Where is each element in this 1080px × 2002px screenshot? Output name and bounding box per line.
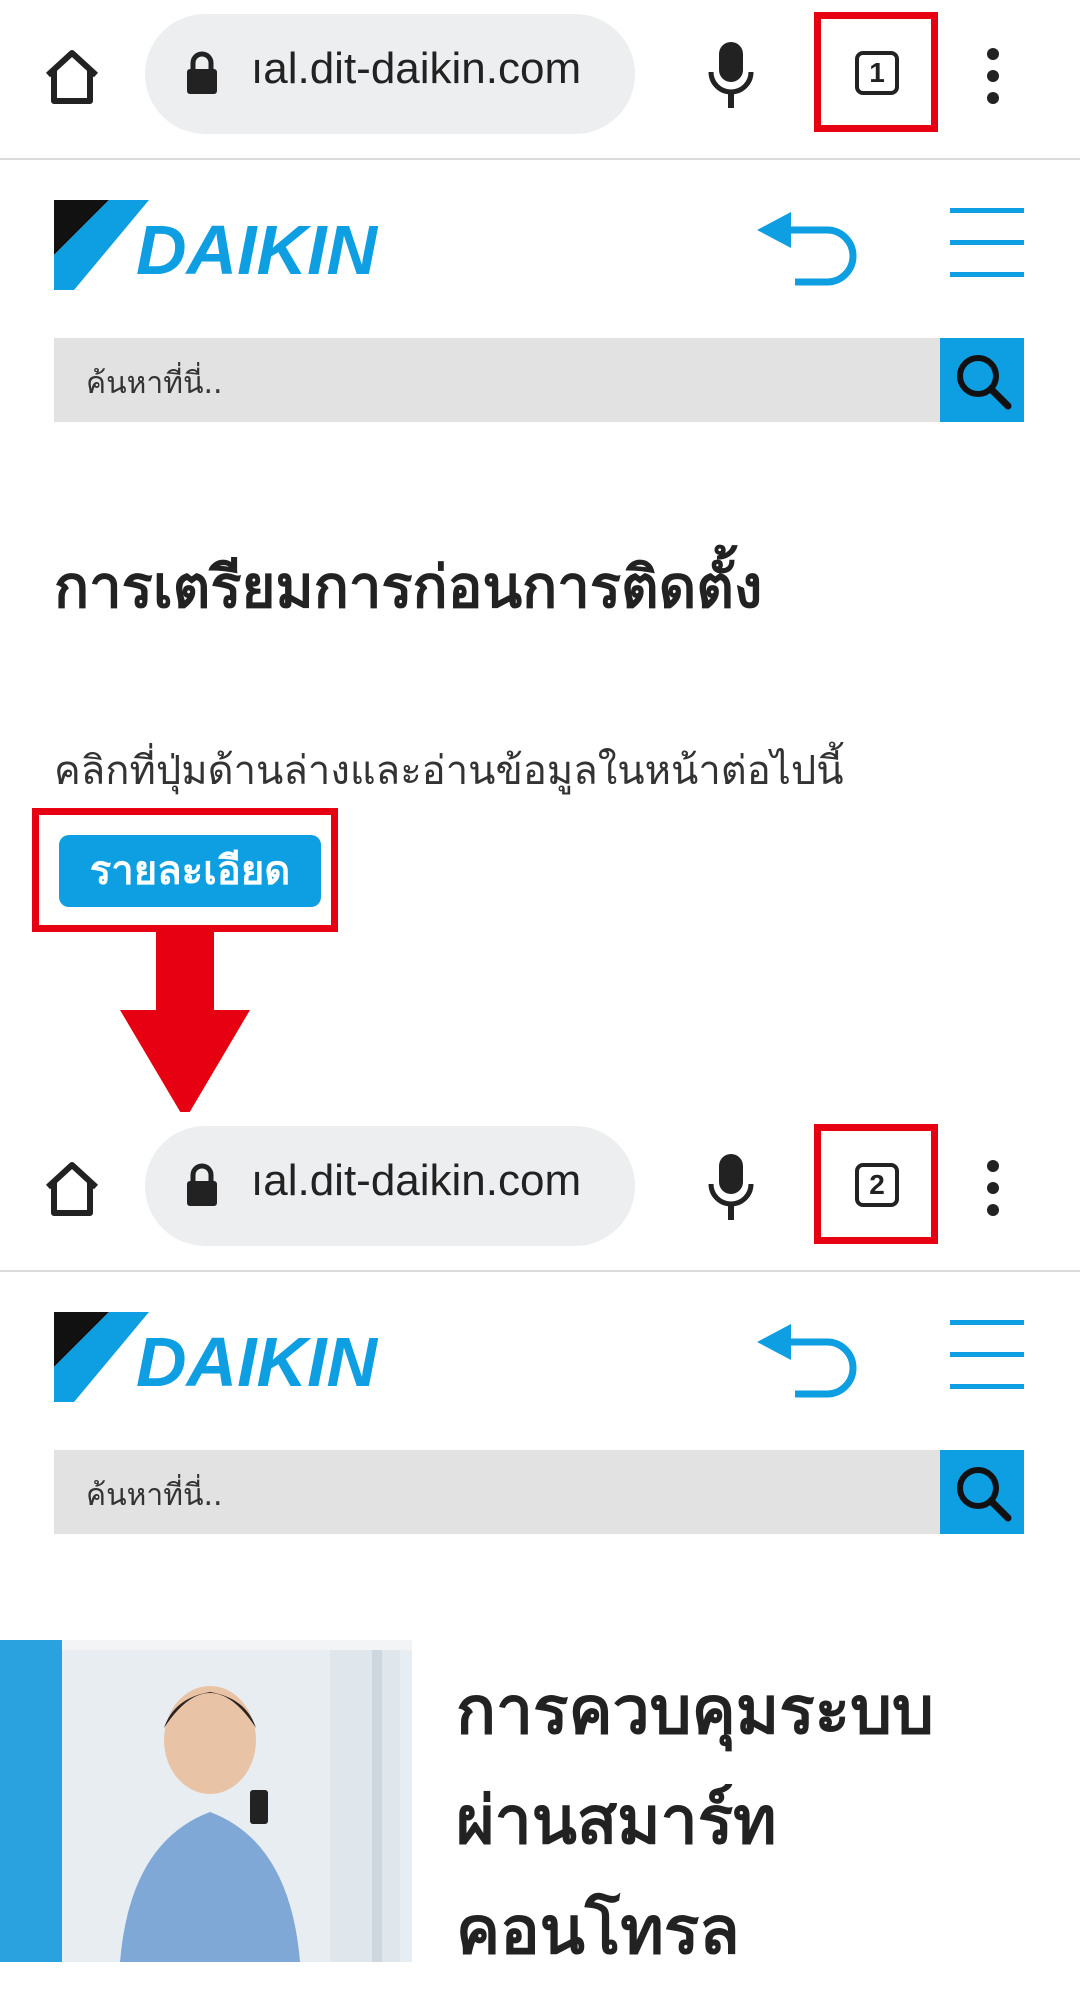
mic-icon[interactable]: [706, 1152, 756, 1222]
address-bar[interactable]: ıal.dit-daikin.com: [145, 14, 635, 134]
page-title: การเตรียมการก่อนการติดตั้ง: [54, 553, 763, 621]
card-title-line: ผ่านสมาร์ท: [456, 1782, 777, 1859]
brand-text: DAIKIN: [136, 211, 379, 289]
more-vert-icon[interactable]: [985, 1160, 1001, 1216]
more-vert-icon[interactable]: [985, 48, 1001, 104]
smart-control-photo[interactable]: [0, 1640, 412, 1962]
daikin-logo[interactable]: DAIKIN: [54, 1312, 474, 1402]
url-text: ıal.dit-daikin.com: [251, 1156, 582, 1205]
details-button[interactable]: รายละเอียด: [59, 835, 321, 907]
browser-toolbar-top: ıal.dit-daikin.com 1: [0, 0, 1080, 160]
browser-toolbar-bottom: ıal.dit-daikin.com 2: [0, 1112, 1080, 1272]
highlight-box: รายละเอียด: [32, 808, 338, 932]
undo-icon[interactable]: [755, 208, 865, 288]
daikin-logo[interactable]: DAIKIN: [54, 200, 474, 290]
search-placeholder: ค้นหาที่นี่..: [86, 1478, 223, 1513]
lock-icon: [187, 1163, 217, 1206]
home-icon[interactable]: [40, 1157, 104, 1221]
home-icon[interactable]: [40, 45, 104, 109]
search-button[interactable]: [940, 1450, 1024, 1534]
search-placeholder: ค้นหาที่นี่..: [86, 366, 223, 401]
tab-count: 2: [855, 1163, 899, 1207]
mic-icon[interactable]: [706, 40, 756, 110]
search-bar[interactable]: ค้นหาที่นี่..: [54, 338, 1024, 422]
hamburger-icon[interactable]: [950, 1320, 1024, 1390]
tab-count: 1: [855, 51, 899, 95]
search-icon: [957, 355, 1012, 410]
card-title-line: คอนโทรล: [456, 1892, 740, 1969]
undo-icon[interactable]: [755, 1320, 865, 1400]
search-icon: [957, 1467, 1012, 1522]
hamburger-icon[interactable]: [950, 208, 1024, 278]
tab-switcher-button[interactable]: 2: [814, 1124, 938, 1244]
page-description: คลิกที่ปุ่มด้านล่างและอ่านข้อมูลในหน้าต่…: [54, 748, 844, 794]
search-button[interactable]: [940, 338, 1024, 422]
url-text: ıal.dit-daikin.com: [251, 44, 582, 93]
down-arrow-icon: [120, 930, 250, 1120]
search-bar[interactable]: ค้นหาที่นี่..: [54, 1450, 1024, 1534]
address-bar[interactable]: ıal.dit-daikin.com: [145, 1126, 635, 1246]
brand-text: DAIKIN: [136, 1323, 379, 1401]
card-title-line: การควบคุมระบบ: [456, 1672, 934, 1749]
card-title[interactable]: การควบคุมระบบ ผ่านสมาร์ท คอนโทรล: [456, 1656, 934, 1986]
tab-switcher-button[interactable]: 1: [814, 12, 938, 132]
lock-icon: [187, 51, 217, 94]
